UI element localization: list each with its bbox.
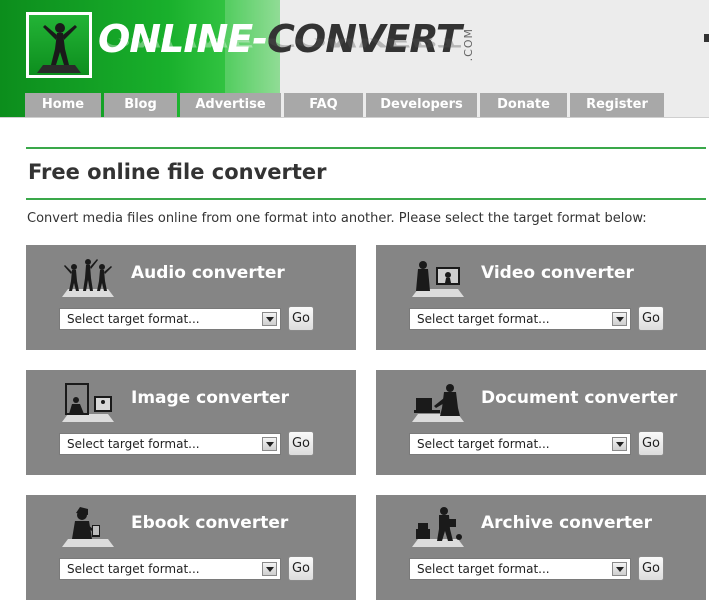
nav-divider	[0, 117, 709, 118]
document-icon	[410, 378, 466, 422]
archive-icon	[410, 503, 466, 547]
video-icon	[410, 253, 466, 297]
main-nav: Home Blog Advertise FAQ Developers Donat…	[25, 93, 667, 117]
video-converter-title: Video converter	[481, 263, 634, 283]
image-converter-title: Image converter	[131, 388, 290, 408]
title-rule-top	[26, 147, 706, 149]
logo-icon[interactable]	[26, 12, 92, 78]
nav-home[interactable]: Home	[25, 93, 101, 117]
document-go-button[interactable]: Go	[638, 431, 664, 456]
intro-text: Convert media files online from one form…	[27, 211, 647, 226]
video-format-select[interactable]: Select target format...	[409, 308, 631, 330]
archive-format-select[interactable]: Select target format...	[409, 558, 631, 580]
audio-converter-title: Audio converter	[131, 263, 285, 283]
logo-reflection: ONLINE-CONVERT	[98, 38, 461, 51]
document-converter-card: Document converter Select target format.…	[376, 370, 706, 475]
ebook-icon	[60, 503, 116, 547]
chevron-down-icon[interactable]	[262, 437, 277, 451]
audio-converter-card: Audio converter Select target format... …	[26, 245, 356, 350]
video-go-button[interactable]: Go	[638, 306, 664, 331]
nav-faq[interactable]: FAQ	[284, 93, 363, 117]
chevron-down-icon[interactable]	[612, 312, 627, 326]
logo-com: .COM	[462, 28, 475, 62]
audio-format-select[interactable]: Select target format...	[59, 308, 281, 330]
nav-developers[interactable]: Developers	[366, 93, 477, 117]
document-format-select[interactable]: Select target format...	[409, 433, 631, 455]
archive-converter-title: Archive converter	[481, 513, 652, 533]
image-format-select[interactable]: Select target format...	[59, 433, 281, 455]
image-go-button[interactable]: Go	[288, 431, 314, 456]
nav-donate[interactable]: Donate	[480, 93, 567, 117]
archive-converter-card: Archive converter Select target format..…	[376, 495, 706, 600]
audio-go-button[interactable]: Go	[288, 306, 314, 331]
image-converter-card: Image converter Select target format... …	[26, 370, 356, 475]
nav-advertise[interactable]: Advertise	[180, 93, 281, 117]
video-converter-card: Video converter Select target format... …	[376, 245, 706, 350]
nav-blog[interactable]: Blog	[104, 93, 177, 117]
nav-register[interactable]: Register	[570, 93, 664, 117]
ebook-format-select[interactable]: Select target format...	[59, 558, 281, 580]
ebook-go-button[interactable]: Go	[288, 556, 314, 581]
chevron-down-icon[interactable]	[262, 312, 277, 326]
chevron-down-icon[interactable]	[612, 562, 627, 576]
document-converter-title: Document converter	[481, 388, 678, 408]
ebook-converter-card: Ebook converter Select target format... …	[26, 495, 356, 600]
header-edge-mark	[704, 34, 709, 42]
page-title: Free online file converter	[28, 160, 327, 184]
ebook-converter-title: Ebook converter	[131, 513, 289, 533]
archive-go-button[interactable]: Go	[638, 556, 664, 581]
chevron-down-icon[interactable]	[262, 562, 277, 576]
image-icon	[60, 378, 116, 422]
chevron-down-icon[interactable]	[612, 437, 627, 451]
title-rule-bottom	[26, 198, 706, 200]
audio-icon	[60, 253, 116, 297]
